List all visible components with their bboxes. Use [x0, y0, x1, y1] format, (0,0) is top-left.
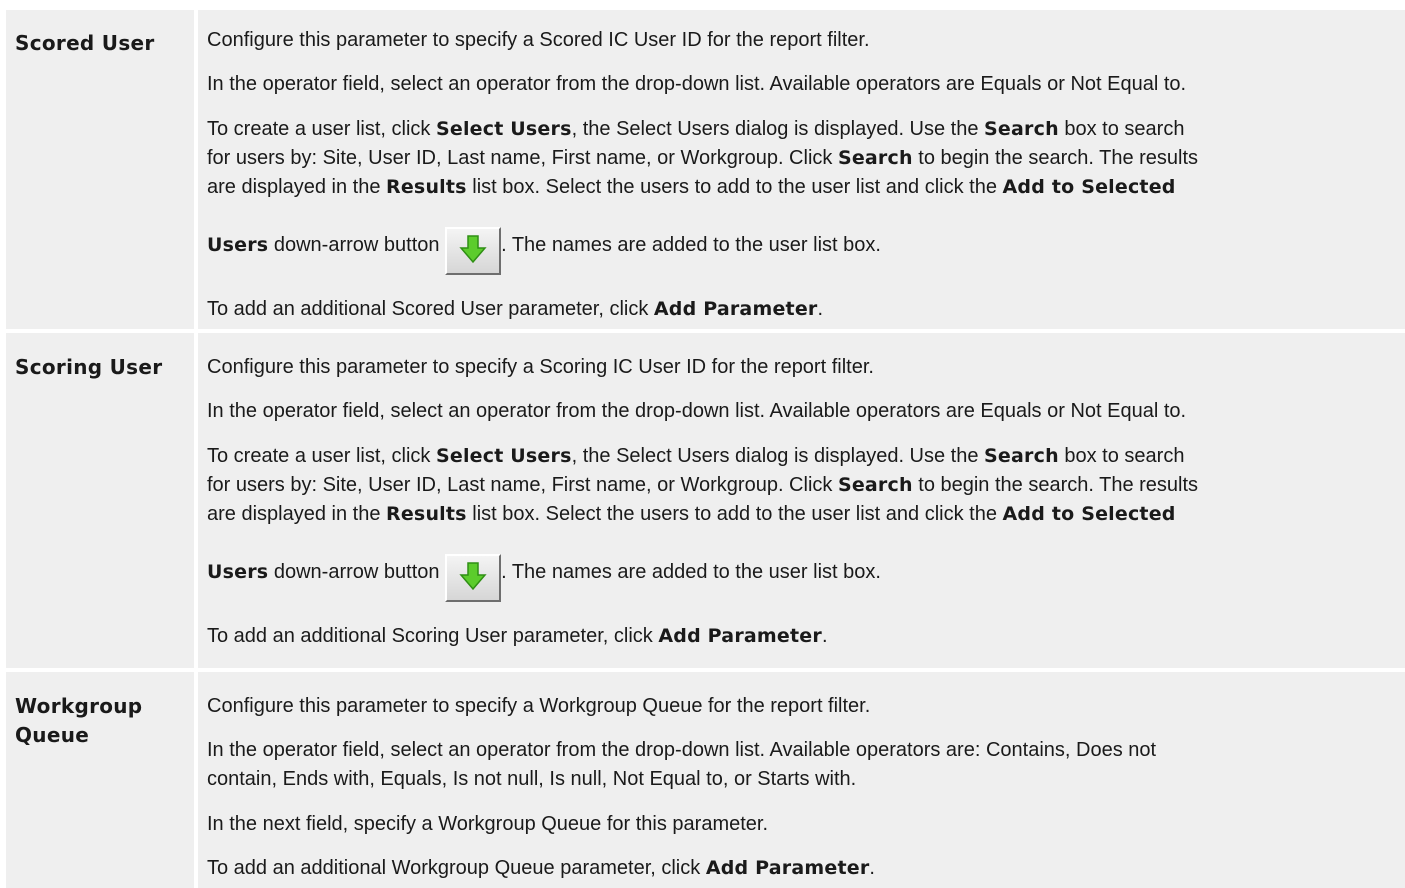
table-row-workgroup-queue: Workgroup Queue Configure this parameter…	[0, 672, 1405, 888]
add-parameter-text: To add an additional Workgroup Queue par…	[207, 857, 875, 879]
operator-text-line: In the operator field, select an operato…	[207, 739, 1157, 761]
green-down-arrow-icon	[445, 227, 502, 275]
parameter-name: Workgroup Queue	[15, 694, 143, 747]
add-parameter-term: Add Parameter	[653, 298, 818, 320]
parameter-description-cell: Configure this parameter to specify a Sc…	[198, 10, 1405, 329]
add-parameter-term: Add Parameter	[705, 857, 870, 879]
user-list-instructions-line: To create a user list, click Select User…	[207, 118, 1185, 140]
parameter-name-cell: Workgroup Queue	[6, 672, 194, 888]
select-users-term: Select Users	[435, 445, 572, 467]
search-term: Search	[984, 445, 1059, 467]
user-list-instructions-line: Users down-arrow button . The names are …	[207, 538, 1402, 606]
user-list-instructions-line: Users down-arrow button . The names are …	[207, 211, 1402, 279]
description-text: Configure this parameter to specify a Wo…	[207, 695, 871, 717]
parameter-name-cell: Scoring User	[6, 333, 194, 668]
select-users-term: Select Users	[435, 118, 572, 140]
description-text: Configure this parameter to specify a Sc…	[207, 356, 874, 378]
add-parameter-term: Add Parameter	[658, 625, 822, 647]
add-to-selected-term: Add to Selected	[1002, 176, 1176, 198]
parameter-name: Scored User	[15, 31, 155, 55]
add-to-selected-term: Add to Selected	[1002, 503, 1176, 525]
next-field-text: In the next field, specify a Workgroup Q…	[207, 813, 769, 835]
user-list-instructions-line: To create a user list, click Select User…	[207, 445, 1185, 467]
green-down-arrow-icon	[445, 554, 502, 602]
table-row-scored-user: Scored User Configure this parameter to …	[0, 10, 1405, 329]
parameter-name: Scoring User	[15, 355, 163, 379]
operator-text: In the operator field, select an operato…	[207, 73, 1187, 95]
add-parameter-text: To add an additional Scoring User parame…	[207, 625, 828, 647]
results-term: Results	[386, 503, 467, 525]
operator-text-line: contain, Ends with, Equals, Is not null,…	[207, 768, 857, 790]
user-list-instructions-line: for users by: Site, User ID, Last name, …	[207, 474, 1199, 496]
search-term: Search	[984, 118, 1059, 140]
add-parameter-text: To add an additional Scored User paramet…	[207, 298, 824, 320]
results-term: Results	[386, 176, 467, 198]
user-list-instructions-line: are displayed in the Results list box. S…	[207, 176, 1176, 198]
parameter-description-cell: Configure this parameter to specify a Wo…	[198, 672, 1405, 888]
description-text: Configure this parameter to specify a Sc…	[207, 29, 870, 51]
search-term: Search	[837, 147, 913, 169]
table-row-scoring-user: Scoring User Configure this parameter to…	[0, 333, 1405, 668]
search-term: Search	[837, 474, 913, 496]
parameter-description-cell: Configure this parameter to specify a Sc…	[198, 333, 1405, 668]
user-list-instructions-line: for users by: Site, User ID, Last name, …	[207, 147, 1199, 169]
operator-text: In the operator field, select an operato…	[207, 400, 1187, 422]
parameter-name-cell: Scored User	[6, 10, 194, 329]
user-list-instructions-line: are displayed in the Results list box. S…	[207, 503, 1176, 525]
